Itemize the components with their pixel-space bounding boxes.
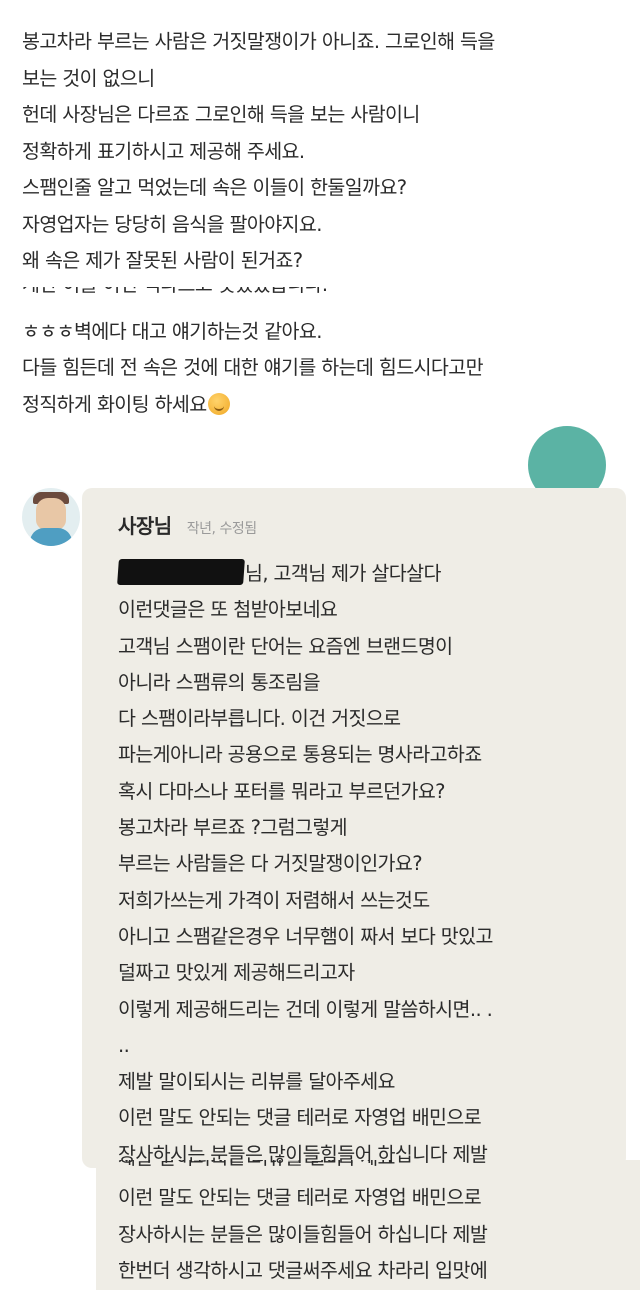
- reply-line: 이런 말도 안되는 댓글 테러로 자영업 배민으로: [118, 1106, 482, 1130]
- reply-line: 아니라 스팸류의 통조림을: [118, 670, 321, 694]
- reply-body: 님, 고객님 제가 살다살다 이런댓글은 또 첨받아보네요 고객님 스팸이란 단…: [117, 556, 618, 1173]
- reply-line: 이런댓글은 또 첨받아보네요: [118, 598, 338, 622]
- review-line: 봉고차라 부르는 사람은 거짓말쟁이가 아니죠. 그로인해 득을: [22, 30, 495, 53]
- reply-line: 제발 말이되시는 리뷰를 달아주세요: [118, 1070, 396, 1094]
- reply-line: ..: [118, 1033, 130, 1057]
- reply-header: 사장님 작년, 수정됨: [118, 510, 257, 539]
- reply-cut-line: 제발 말이되시는 리뷰를 달아주세요: [118, 1160, 395, 1174]
- review-line: 자영업자는 당당히 음식을 팔아야지요.: [22, 212, 322, 236]
- reply-line: 님, 고객님 제가 살다살다: [117, 556, 618, 592]
- reply-author: 사장님: [118, 514, 172, 538]
- review-line: ㅎㅎㅎ벽에다 대고 얘기하는것 같아요.: [22, 319, 322, 343]
- reply-line: 부르는 사람들은 다 거짓말쟁이인가요?: [118, 852, 423, 876]
- reply-line: 다 스팸이라부릅니다. 이건 거짓으로: [118, 707, 401, 731]
- review-line: 스팸인줄 알고 먹었는데 속은 이들이 한둘일까요?: [22, 176, 407, 199]
- hugging-face-icon: [207, 392, 230, 415]
- review-line: 보는 것이 없으니: [22, 66, 155, 90]
- review-cut-line: 계란 이줄 이건 색다르고 맛있었습니다.: [22, 287, 327, 301]
- reply-line: 봉고차라 부르죠 ?그럼그렇게: [118, 816, 348, 840]
- reply-body-continued: 이런 말도 안되는 댓글 테러로 자영업 배민으로 장사하시는 분들은 많이들힘…: [118, 1180, 638, 1290]
- review-line: 헌데 사장님은 다르죠 그로인해 득을 보는 사람이니: [22, 103, 420, 126]
- reply-line: 장사하시는 분들은 많이들힘들어 하십니다 제발: [118, 1222, 488, 1246]
- reply-line: 덜짜고 맛있게 제공해드리고자: [118, 961, 355, 985]
- review-line: 왜 속은 제가 잘못된 사람이 된거죠?: [22, 249, 303, 272]
- review-line: 다들 힘든데 전 속은 것에 대한 얘기를 하는데 힘드시다고만: [22, 356, 484, 379]
- reply-line: 이렇게 제공해드리는 건데 이렇게 말씀하시면.. .: [118, 997, 493, 1021]
- customer-review: 봉고차라 부르는 사람은 거짓말쟁이가 아니죠. 그로인해 득을 보는 것이 없…: [22, 24, 632, 423]
- reply-line: 저희가쓰는게 가격이 저렴해서 쓰는것도: [118, 888, 430, 912]
- owner-avatar[interactable]: [22, 488, 80, 546]
- reply-line: 혹시 다마스나 포터를 뭐라고 부르던가요?: [118, 779, 446, 803]
- reply-meta: 작년, 수정됨: [186, 521, 257, 537]
- reply-line: 한번더 생각하시고 댓글써주세요 차라리 입맛에: [118, 1259, 488, 1282]
- review-line: 정직하게 화이팅 하세요: [22, 387, 632, 424]
- reply-line: 아니고 스팸같은경우 너무햄이 짜서 보다 맛있고: [118, 924, 493, 948]
- review-line: 정확하게 표기하시고 제공해 주세요.: [22, 139, 305, 163]
- reply-line: 이런 말도 안되는 댓글 테러로 자영업 배민으로: [118, 1186, 482, 1209]
- reply-line: 고객님 스팸이란 단어는 요즘엔 브랜드명이: [118, 634, 453, 658]
- reply-line: 파는게아니라 공용으로 통용되는 명사라고하죠: [118, 743, 482, 767]
- redacted-name: [117, 559, 245, 585]
